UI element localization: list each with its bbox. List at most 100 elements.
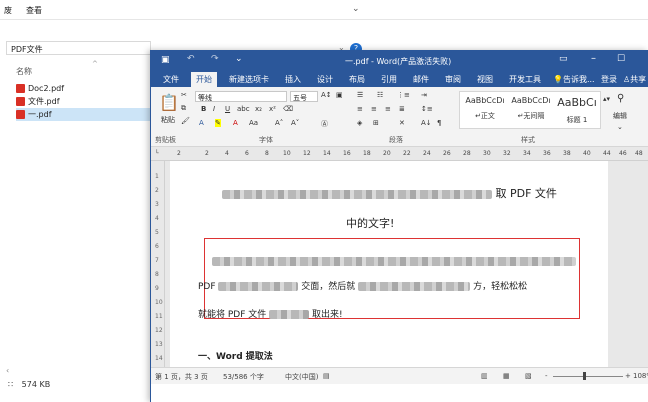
- tab-layout[interactable]: 布局: [349, 74, 365, 85]
- column-header-name[interactable]: 名称: [16, 66, 32, 77]
- tab-new-tab[interactable]: 新建选项卡: [229, 74, 269, 85]
- italic-button[interactable]: I: [213, 105, 215, 113]
- minimize-button[interactable]: –: [591, 53, 596, 64]
- tell-me-box[interactable]: 💡告诉我...: [553, 74, 595, 85]
- status-view-icon[interactable]: ∷: [8, 380, 13, 389]
- redacted-text: [269, 310, 310, 319]
- strikethrough-button[interactable]: abc: [237, 105, 250, 113]
- justify-icon[interactable]: ≣: [399, 105, 405, 113]
- zoom-out-icon[interactable]: -: [545, 372, 548, 380]
- copy-icon[interactable]: ⧉: [181, 104, 186, 113]
- status-word-count[interactable]: 53/586 个字: [223, 372, 264, 382]
- character-border-icon[interactable]: Ⓐ: [321, 119, 328, 129]
- explorer-address-bar[interactable]: PDF文件: [6, 41, 151, 55]
- maximize-button[interactable]: ☐: [617, 54, 625, 64]
- align-right-icon[interactable]: ≡: [385, 105, 391, 113]
- superscript-button[interactable]: x²: [269, 105, 276, 113]
- explorer-chevron-icon[interactable]: ⌄: [352, 4, 360, 14]
- paste-icon[interactable]: 📋: [159, 93, 179, 112]
- vruler-number: 6: [155, 243, 159, 250]
- ruler-number: 22: [403, 150, 411, 157]
- web-layout-icon[interactable]: ▧: [525, 372, 532, 380]
- tab-insert[interactable]: 插入: [285, 74, 301, 85]
- ruler-tab-selector-icon[interactable]: └: [155, 150, 159, 157]
- document-area[interactable]: 取 PDF 文件 中的文字! PDF 交面，然后就 方，轻松松松 就能将 PDF…: [165, 161, 648, 367]
- document-page[interactable]: 取 PDF 文件 中的文字! PDF 交面，然后就 方，轻松松松 就能将 PDF…: [170, 161, 608, 367]
- tab-design[interactable]: 设计: [317, 74, 333, 85]
- print-layout-icon[interactable]: ▦: [503, 372, 510, 380]
- ruler-number: 44: [603, 150, 611, 157]
- zoom-in-icon[interactable]: +: [625, 372, 631, 380]
- aa-case-icon[interactable]: Aa: [249, 119, 258, 127]
- line-spacing-icon[interactable]: ↕≡: [421, 105, 433, 113]
- font-size-up-icon[interactable]: A˄: [275, 119, 283, 127]
- explorer-status-bar: ∷ 574 KB: [8, 380, 50, 389]
- zoom-level[interactable]: 108%: [633, 372, 648, 380]
- bullets-icon[interactable]: ☰: [357, 91, 363, 99]
- share-label: 共享: [630, 75, 647, 84]
- editing-button[interactable]: 编辑: [613, 111, 627, 121]
- tab-home[interactable]: 开始: [191, 72, 217, 87]
- zoom-slider[interactable]: [553, 376, 623, 377]
- style-heading-1[interactable]: AaBbCı 标题 1: [554, 96, 600, 125]
- editing-chevron-icon[interactable]: ⌄: [617, 123, 623, 131]
- tab-review[interactable]: 审阅: [445, 74, 461, 85]
- scroll-left-icon[interactable]: ‹: [6, 366, 9, 375]
- vertical-ruler[interactable]: 1 2 3 4 5 6 7 8 9 10 11 12 13 14: [151, 161, 165, 367]
- chinese-layout-icon[interactable]: ✕: [399, 119, 405, 127]
- explorer-menu-view[interactable]: 查看: [26, 5, 42, 16]
- horizontal-ruler[interactable]: └ 2 2 4 6 8 10 12 14 16 18 20 22 24 26 2…: [151, 147, 648, 161]
- change-case-icon[interactable]: ▣: [336, 91, 343, 99]
- font-size-down-icon[interactable]: A˅: [291, 119, 299, 127]
- sort-icon[interactable]: A↓: [421, 119, 432, 127]
- tell-me-label: 告诉我...: [562, 75, 595, 84]
- bold-button[interactable]: B: [201, 105, 206, 113]
- show-marks-icon[interactable]: ¶: [437, 119, 441, 127]
- tab-developer[interactable]: 开发工具: [509, 74, 541, 85]
- grow-font-icon[interactable]: A↕: [321, 91, 332, 99]
- subscript-button[interactable]: x₂: [255, 105, 262, 113]
- quick-access-dropdown-icon[interactable]: ⌄: [235, 54, 243, 64]
- highlight-icon[interactable]: ✎: [215, 119, 221, 127]
- font-size-select[interactable]: 五号: [290, 91, 318, 102]
- text-effects-icon[interactable]: A: [199, 119, 204, 127]
- underline-button[interactable]: U: [225, 105, 230, 113]
- font-name-select[interactable]: 等线: [195, 91, 287, 102]
- numbering-icon[interactable]: ☷: [377, 91, 383, 99]
- file-name: 文件.pdf: [28, 97, 60, 106]
- tab-references[interactable]: 引用: [381, 74, 397, 85]
- tab-mailings[interactable]: 邮件: [413, 74, 429, 85]
- align-left-icon[interactable]: ≡: [357, 105, 363, 113]
- save-icon[interactable]: ▣: [161, 55, 170, 65]
- status-size: 574 KB: [21, 380, 51, 389]
- tab-view[interactable]: 视图: [477, 74, 493, 85]
- status-page[interactable]: 第 1 页，共 3 页: [155, 372, 208, 382]
- ribbon-tabs: 文件 开始 新建选项卡 插入 设计 布局 引用 邮件 审阅 视图 开发工具 💡告…: [151, 70, 648, 87]
- style-no-spacing[interactable]: AaBbCcDı ↵无间隔: [508, 96, 554, 121]
- find-icon[interactable]: ⚲: [617, 93, 624, 104]
- indent-icon[interactable]: ⇥: [421, 91, 427, 99]
- borders-icon[interactable]: ⊞: [373, 119, 379, 127]
- read-mode-icon[interactable]: ▥: [481, 372, 488, 380]
- vruler-number: 8: [155, 271, 159, 278]
- status-language[interactable]: 中文(中国): [285, 372, 318, 382]
- cut-icon[interactable]: ✂: [181, 91, 187, 99]
- font-color-icon[interactable]: A: [233, 119, 238, 127]
- style-normal[interactable]: AaBbCcDı ↵正文: [462, 96, 508, 121]
- shading-icon[interactable]: ◈: [357, 119, 362, 127]
- zoom-slider-thumb[interactable]: [583, 372, 586, 380]
- ribbon-display-options-icon[interactable]: ▭: [559, 54, 568, 64]
- tab-file[interactable]: 文件: [163, 74, 179, 85]
- sign-in-link[interactable]: 登录: [601, 74, 617, 85]
- share-button[interactable]: ♙共享: [623, 74, 646, 85]
- paste-button[interactable]: 粘贴: [161, 115, 175, 125]
- macro-record-icon[interactable]: ▤: [323, 372, 330, 380]
- undo-icon[interactable]: ↶: [187, 54, 195, 64]
- redo-icon[interactable]: ↷: [211, 54, 219, 64]
- multilevel-list-icon[interactable]: ⋮≡: [397, 91, 410, 99]
- explorer-menu-file[interactable]: 废: [4, 5, 12, 16]
- format-painter-icon[interactable]: 🖌: [181, 117, 190, 125]
- styles-scroll-icon[interactable]: ▴▾: [603, 95, 610, 103]
- clear-formatting-icon[interactable]: ⌫: [283, 105, 293, 113]
- align-center-icon[interactable]: ≡: [371, 105, 377, 113]
